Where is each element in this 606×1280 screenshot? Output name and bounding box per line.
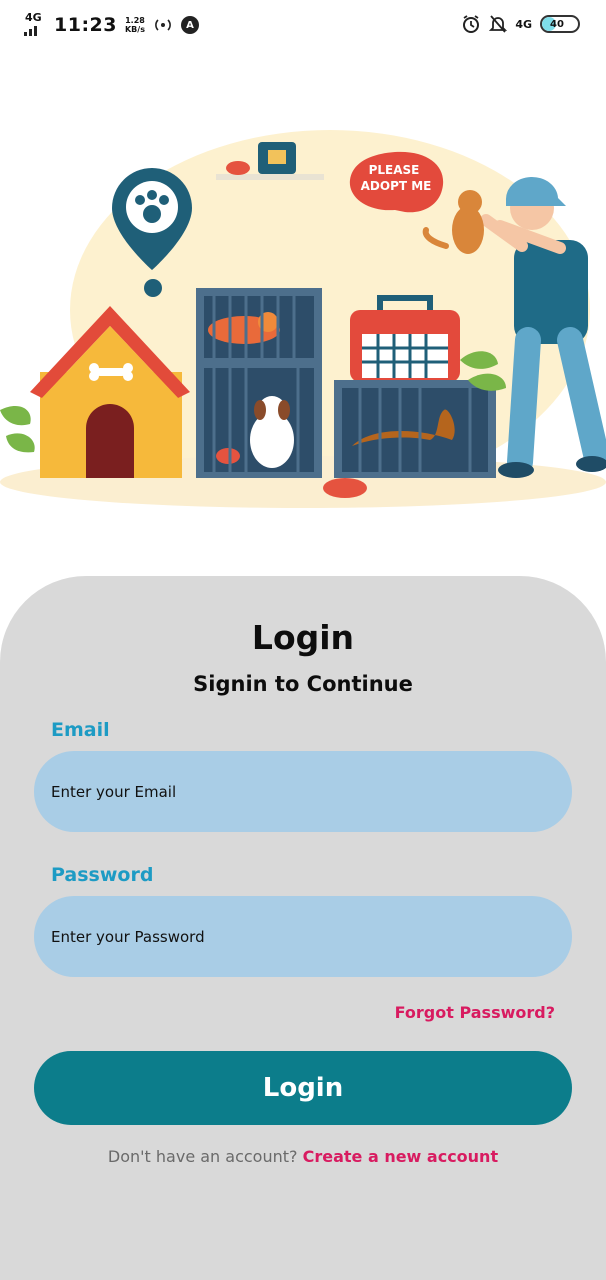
signup-row: Don't have an account? Create a new acco… [0,1147,606,1166]
create-account-link[interactable]: Create a new account [303,1147,499,1166]
password-field[interactable] [34,896,572,977]
signup-prompt: Don't have an account? [107,1147,303,1166]
alarm-icon [463,15,480,33]
pet-adoption-illustration: PLEASE ADOPT ME [0,130,606,508]
login-button[interactable]: Login [34,1051,572,1125]
food-bowl-icon [226,161,250,175]
battery-icon: 40 [540,15,580,33]
page-title: Login [251,618,355,657]
email-label: Email [51,719,110,741]
forgot-password-link[interactable]: Forgot Password? [395,1003,555,1022]
food-bowl-floor-icon [323,478,367,498]
status-time: 11:23 [54,14,117,36]
cage-stack [196,288,322,478]
speech-bubble-line2: ADOPT ME [361,179,432,193]
network-speed: 1.28 KB/s [125,16,145,34]
email-field[interactable] [34,751,572,832]
network-type-label: 4G [25,11,42,24]
hotspot-icon [155,19,171,31]
status-bar-right: 4G 40 [461,14,580,34]
network-speed-value: 1.28 [125,16,145,25]
pet-carrier [350,295,460,382]
mute-icon [489,15,508,33]
network-type-right: 4G [515,17,532,31]
status-bar-left: 4G 11:23 1.28 KB/s A [24,12,199,38]
status-bar: 4G 11:23 1.28 KB/s A 4G 40 [0,0,606,56]
wall-shelf [216,174,324,180]
battery-level: 40 [550,18,564,30]
cage-wide [334,380,496,478]
network-speed-unit: KB/s [124,25,145,34]
page-subtitle: Signin to Continue [193,672,413,696]
speech-bubble-line1: PLEASE [369,163,420,177]
signal-icon: 4G [24,12,46,38]
app-notification-icon: A [180,16,199,34]
password-label: Password [51,864,154,886]
plant-left [0,405,35,453]
